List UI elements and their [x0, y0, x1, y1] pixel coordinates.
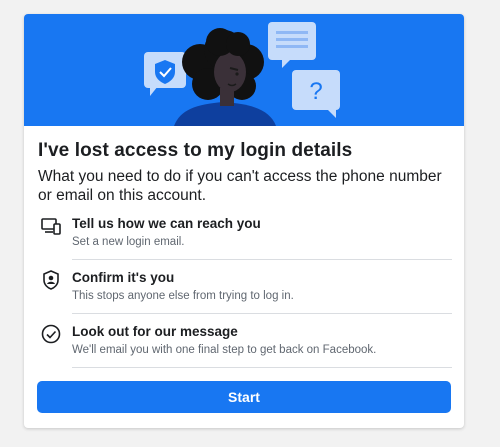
step-reach-you: Tell us how we can reach you Set a new l… — [38, 214, 452, 260]
check-circle-icon — [41, 324, 61, 344]
person-illustration — [174, 28, 276, 126]
header-illustration: ? — [24, 14, 464, 126]
start-button[interactable]: Start — [37, 381, 451, 413]
message-bubble-icon — [268, 22, 316, 68]
step-description: This stops anyone else from trying to lo… — [72, 290, 294, 302]
step-look-out-message: Look out for our message We'll email you… — [38, 322, 452, 368]
step-confirm-identity: Confirm it's you This stops anyone else … — [38, 268, 452, 314]
step-title: Confirm it's you — [72, 270, 175, 285]
step-divider — [72, 313, 452, 314]
question-bubble-icon: ? — [292, 70, 340, 118]
step-description: We'll email you with one final step to g… — [72, 344, 377, 356]
page-title: I've lost access to my login details — [38, 140, 353, 161]
page-subtitle: What you need to do if you can't access … — [38, 168, 442, 204]
svg-text:?: ? — [309, 78, 322, 105]
devices-icon — [41, 216, 61, 236]
step-description: Set a new login email. — [72, 236, 185, 248]
step-divider — [72, 367, 452, 368]
illustration-graphic: ? — [144, 22, 340, 126]
step-title: Look out for our message — [72, 324, 238, 339]
step-divider — [72, 259, 452, 260]
shield-bubble-icon — [144, 52, 186, 96]
shield-person-icon — [41, 270, 61, 290]
step-title: Tell us how we can reach you — [72, 216, 261, 231]
recovery-card: ? I've lost access to my login details W… — [24, 14, 464, 428]
